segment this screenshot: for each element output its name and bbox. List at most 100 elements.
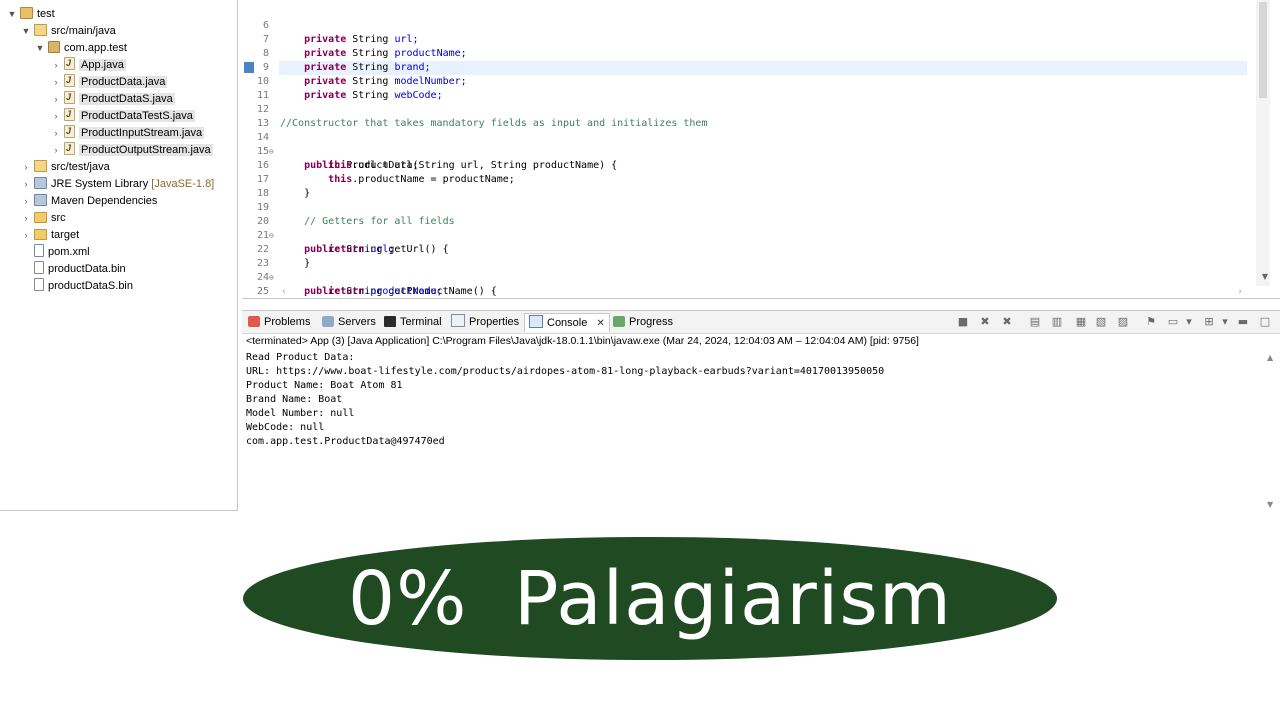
problems-icon (248, 316, 260, 327)
file-icon (34, 261, 44, 274)
chevron-right-icon[interactable]: › (20, 210, 32, 227)
open-console-icon[interactable]: ⊞ (1202, 315, 1216, 329)
show-on-output-icon[interactable]: ▧ (1094, 315, 1108, 329)
clear-console-icon[interactable]: ▤ (1028, 315, 1042, 329)
code-line[interactable]: 20 ⊖ public String getUrl() { (242, 201, 449, 255)
tree-item-maven-dependencies[interactable]: › Maven Dependencies (20, 193, 157, 210)
tree-item-target[interactable]: › target (20, 227, 79, 244)
horizontal-scrollbar[interactable]: ‹ › (282, 287, 1242, 298)
code-line[interactable]: 11 (242, 75, 269, 101)
tree-item-productdatatests-java[interactable]: ›ProductDataTestS.java (50, 106, 195, 125)
scroll-down-icon[interactable]: ▼ (1267, 500, 1273, 509)
tab-progress[interactable]: Progress (609, 313, 677, 331)
view-tab-bar: Problems Servers Terminal Properties Con… (242, 311, 1280, 334)
chevron-right-icon[interactable]: › (50, 125, 62, 142)
chevron-right-icon[interactable]: › (50, 57, 62, 74)
tree-item-app-java[interactable]: ›App.java (50, 55, 126, 74)
fold-toggle-icon[interactable]: ⊖ (269, 229, 279, 243)
close-icon[interactable]: ✕ (596, 318, 604, 329)
word-wrap-icon[interactable]: ▦ (1074, 315, 1088, 329)
tab-terminal[interactable]: Terminal (380, 313, 446, 331)
fold-toggle-icon[interactable]: ⊖ (269, 271, 279, 285)
chevron-down-icon[interactable]: ▾ (1182, 315, 1196, 329)
java-file-icon (64, 89, 75, 106)
chevron-right-icon[interactable]: › (20, 227, 32, 244)
terminate-icon[interactable]: ■ (956, 315, 970, 329)
tab-properties[interactable]: Properties (447, 313, 523, 331)
properties-icon (451, 314, 465, 327)
code-line[interactable]: 17 } (242, 159, 310, 199)
code-editor[interactable]: 6 private String url; 7 private String p… (242, 0, 1280, 299)
chevron-right-icon[interactable]: › (20, 193, 32, 210)
code-line[interactable]: 9 private String modelNumber; (242, 47, 467, 87)
source-folder-icon (34, 24, 47, 36)
code-line[interactable]: 24 return productName; (242, 257, 443, 297)
chevron-down-icon[interactable]: ▼ (20, 23, 32, 40)
console-scrollbar[interactable]: ▲ ▼ (1264, 353, 1278, 509)
chevron-right-icon[interactable]: › (50, 108, 62, 125)
code-line[interactable]: 7 private String productName; (242, 19, 467, 59)
tree-item-productdatas-bin[interactable]: productDataS.bin (20, 278, 133, 295)
show-on-error-icon[interactable]: ▨ (1116, 315, 1130, 329)
headline-banner: 0% Palagiarism (243, 537, 1057, 660)
code-line[interactable]: 8 private String brand; (242, 33, 431, 73)
chevron-down-icon[interactable]: ▾ (1218, 315, 1232, 329)
code-line[interactable]: 15 this.url = url; (242, 131, 419, 171)
code-line[interactable]: 12 //Constructor that takes mandatory fi… (242, 89, 708, 129)
fold-toggle-icon[interactable]: ⊖ (269, 145, 279, 159)
code-line[interactable]: 13 (242, 103, 269, 129)
code-line[interactable]: 14 ⊖ public ProductData(String url, Stri… (242, 117, 617, 171)
code-line[interactable]: 22 } (242, 229, 310, 269)
code-line[interactable]: 16 this.productName = productName; (242, 145, 515, 185)
project-icon (20, 7, 33, 19)
chevron-right-icon[interactable]: › (20, 159, 32, 176)
scroll-up-icon[interactable]: ▲ (1267, 353, 1273, 362)
scroll-right-icon[interactable]: › (1238, 287, 1242, 297)
code-line[interactable]: 21 return url; (242, 215, 394, 255)
code-line[interactable]: 25 } (242, 271, 269, 297)
display-console-icon[interactable]: ▭ (1166, 315, 1180, 329)
code-line[interactable]: 6 private String url; (242, 5, 419, 45)
code-line[interactable]: 19 // Getters for all fields (242, 187, 455, 227)
tree-item-pom-xml[interactable]: pom.xml (20, 244, 90, 261)
code-line-current[interactable]: 10 private String webCode; (242, 61, 443, 101)
tree-item-jre-system-library[interactable]: › JRE System Library [JavaSE-1.8] (20, 176, 214, 193)
tab-problems[interactable]: Problems (244, 313, 314, 331)
tree-item-src-main-java[interactable]: ▼ src/main/java (20, 23, 116, 40)
process-status: <terminated> App (3) [Java Application] … (246, 335, 919, 347)
code-line[interactable]: 18 (242, 173, 269, 199)
tree-item-com-app-test[interactable]: ▼ com.app.test (34, 40, 127, 57)
remove-launch-icon[interactable]: ✖ (978, 315, 992, 329)
chevron-down-icon[interactable]: ▼ (34, 40, 46, 57)
tree-item-test[interactable]: ▼ test (6, 6, 55, 23)
tree-item-productinputstream-java[interactable]: ›ProductInputStream.java (50, 123, 205, 142)
terminal-icon (384, 316, 396, 327)
chevron-right-icon[interactable]: › (20, 176, 32, 193)
chevron-right-icon[interactable]: › (50, 74, 62, 91)
console-view: Problems Servers Terminal Properties Con… (242, 310, 1280, 511)
tab-console[interactable]: Console ✕ (524, 313, 610, 332)
chevron-right-icon[interactable]: › (50, 91, 62, 108)
library-icon (34, 194, 47, 206)
minimize-icon[interactable]: ▬ (1236, 315, 1250, 329)
chevron-right-icon[interactable]: › (50, 142, 62, 159)
pin-console-icon[interactable]: ⚑ (1144, 315, 1158, 329)
remove-all-icon[interactable]: ✖ (1000, 315, 1014, 329)
folder-icon (34, 229, 47, 240)
scrollbar-thumb[interactable] (1259, 2, 1267, 98)
tree-item-productoutputstream-java[interactable]: ›ProductOutputStream.java (50, 140, 213, 159)
tab-servers[interactable]: Servers (318, 313, 380, 331)
console-output-line: Product Name: Boat Atom 81 (246, 380, 403, 391)
source-folder-icon (34, 160, 47, 172)
tree-item-src-test-java[interactable]: › src/test/java (20, 159, 110, 176)
scroll-down-icon[interactable]: ▼ (1262, 272, 1268, 281)
scroll-left-icon[interactable]: ‹ (282, 287, 286, 297)
code-line[interactable]: 23 ⊖ public String getProductName() { (242, 243, 497, 297)
tree-item-src[interactable]: › src (20, 210, 66, 227)
maximize-icon[interactable]: □ (1258, 315, 1272, 329)
scroll-lock-icon[interactable]: ▥ (1050, 315, 1064, 329)
chevron-down-icon[interactable]: ▼ (6, 6, 18, 23)
xml-file-icon (34, 244, 44, 257)
java-file-icon (64, 123, 75, 140)
tree-item-productdata-bin[interactable]: productData.bin (20, 261, 126, 278)
